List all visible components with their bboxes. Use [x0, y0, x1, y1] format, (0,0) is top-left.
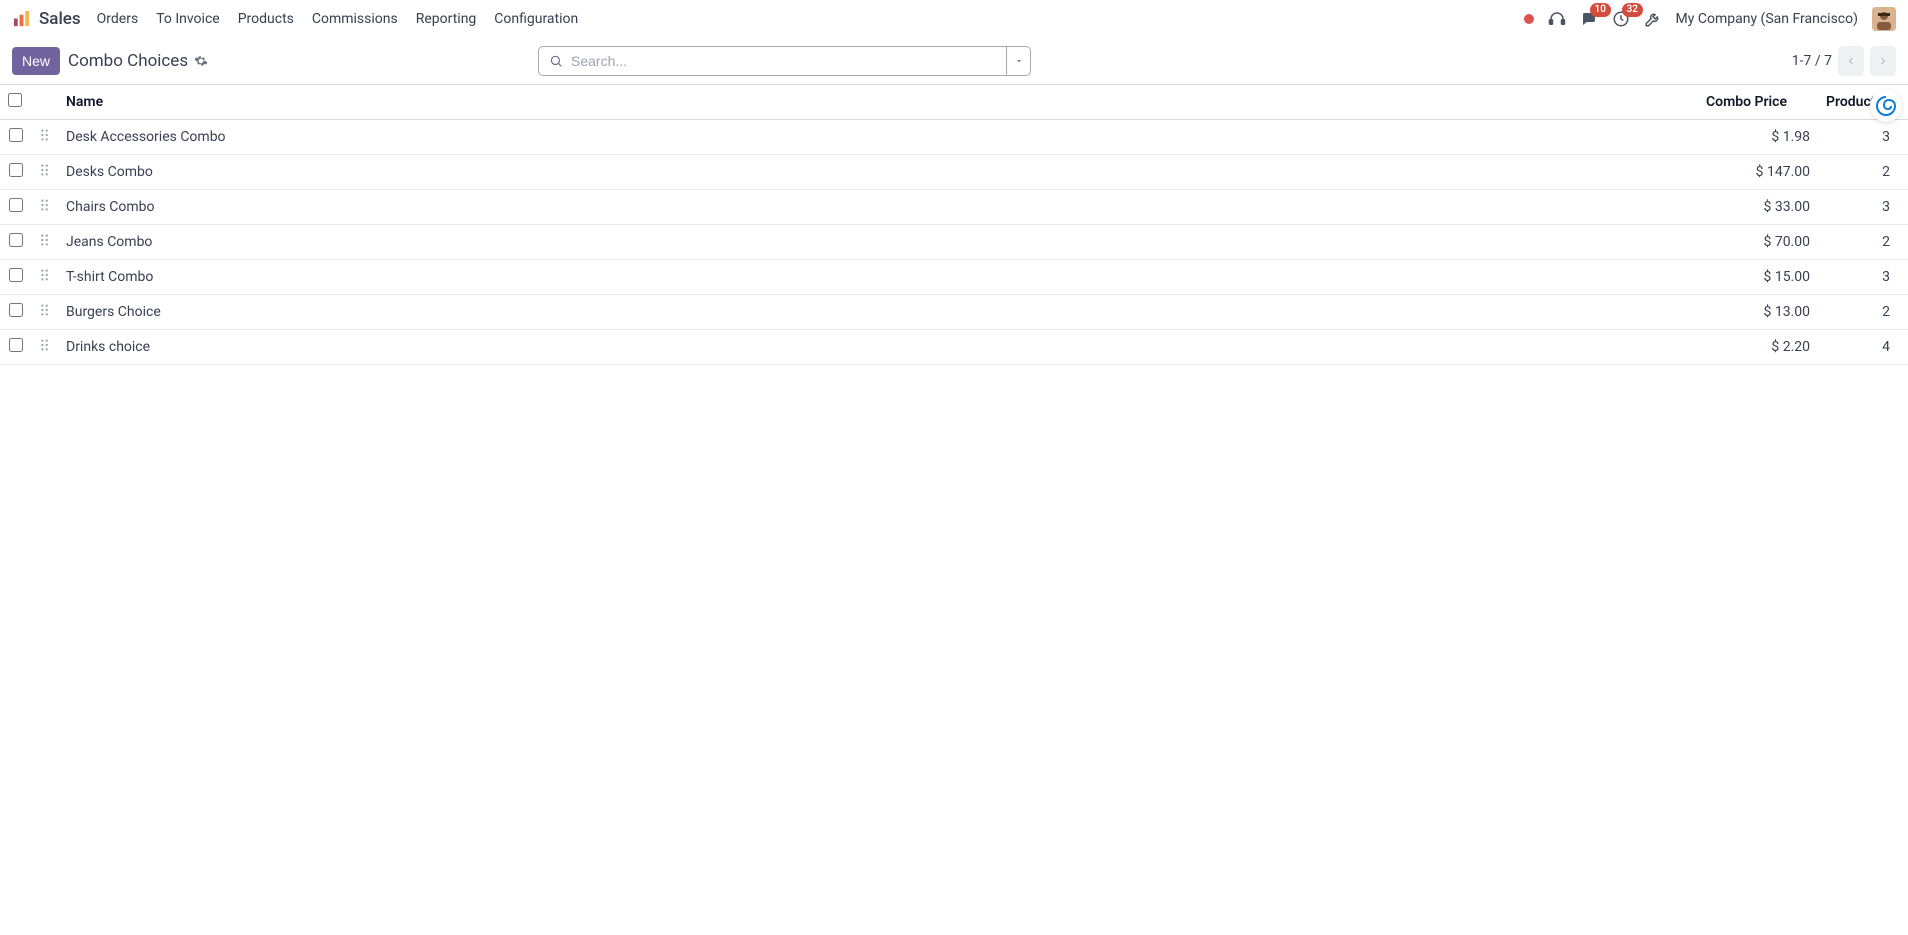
row-checkbox-cell	[0, 295, 32, 330]
cell-name[interactable]: Chairs Combo	[58, 190, 1698, 225]
cell-product-count[interactable]: 2	[1818, 155, 1908, 190]
search-icon	[549, 54, 563, 68]
ai-swirl-button[interactable]	[1870, 90, 1902, 122]
table-row[interactable]: Burgers Choice$ 13.002	[0, 295, 1908, 330]
cell-name[interactable]: Burgers Choice	[58, 295, 1698, 330]
cell-combo-price[interactable]: $ 13.00	[1698, 295, 1818, 330]
pager: 1-7 / 7	[1792, 46, 1896, 76]
status-dot-icon[interactable]	[1524, 14, 1534, 24]
table-row[interactable]: Chairs Combo$ 33.003	[0, 190, 1908, 225]
user-avatar[interactable]	[1872, 7, 1896, 31]
row-checkbox-cell	[0, 225, 32, 260]
cell-combo-price[interactable]: $ 15.00	[1698, 260, 1818, 295]
cell-name[interactable]: Desk Accessories Combo	[58, 120, 1698, 155]
row-checkbox[interactable]	[9, 303, 23, 317]
drag-handle-icon[interactable]	[32, 225, 58, 260]
cell-combo-price[interactable]: $ 2.20	[1698, 330, 1818, 365]
cell-product-count[interactable]: 3	[1818, 190, 1908, 225]
gear-icon[interactable]	[194, 54, 208, 68]
cell-name[interactable]: Jeans Combo	[58, 225, 1698, 260]
drag-handle-icon[interactable]	[32, 330, 58, 365]
header-handle	[32, 85, 58, 120]
nav-links: Orders To Invoice Products Commissions R…	[97, 11, 579, 27]
chat-button[interactable]: 10	[1580, 10, 1598, 28]
header-checkbox-cell	[0, 85, 32, 120]
cell-combo-price[interactable]: $ 147.00	[1698, 155, 1818, 190]
table-row[interactable]: Desk Accessories Combo$ 1.983	[0, 120, 1908, 155]
row-checkbox[interactable]	[9, 338, 23, 352]
table-row[interactable]: T-shirt Combo$ 15.003	[0, 260, 1908, 295]
pager-next-button[interactable]	[1870, 46, 1896, 76]
list-view: Name Combo Price Product ... Desk Access…	[0, 84, 1908, 935]
search-group	[538, 46, 1031, 76]
top-navbar: Sales Orders To Invoice Products Commiss…	[0, 0, 1908, 37]
search-options-toggle[interactable]	[1007, 46, 1031, 76]
debug-icon[interactable]	[1644, 10, 1662, 28]
navbar-right: 10 32 My Company (San Francisco)	[1524, 7, 1896, 31]
nav-link-configuration[interactable]: Configuration	[494, 11, 578, 27]
app-name[interactable]: Sales	[39, 9, 81, 29]
nav-link-commissions[interactable]: Commissions	[312, 11, 398, 27]
drag-handle-icon[interactable]	[32, 190, 58, 225]
cell-product-count[interactable]: 4	[1818, 330, 1908, 365]
table-row[interactable]: Jeans Combo$ 70.002	[0, 225, 1908, 260]
app-logo-icon[interactable]	[12, 9, 31, 28]
cell-combo-price[interactable]: $ 70.00	[1698, 225, 1818, 260]
new-button[interactable]: New	[12, 47, 60, 75]
cell-product-count[interactable]: 2	[1818, 225, 1908, 260]
cell-name[interactable]: Desks Combo	[58, 155, 1698, 190]
control-panel: New Combo Choices 1-7 / 7	[0, 37, 1908, 84]
cell-combo-price[interactable]: $ 33.00	[1698, 190, 1818, 225]
search-input[interactable]	[571, 53, 996, 69]
nav-link-reporting[interactable]: Reporting	[416, 11, 477, 27]
row-checkbox-cell	[0, 330, 32, 365]
cell-product-count[interactable]: 3	[1818, 260, 1908, 295]
cell-product-count[interactable]: 2	[1818, 295, 1908, 330]
nav-link-orders[interactable]: Orders	[97, 11, 139, 27]
page-title-text: Combo Choices	[68, 51, 188, 71]
table-row[interactable]: Drinks choice$ 2.204	[0, 330, 1908, 365]
cell-combo-price[interactable]: $ 1.98	[1698, 120, 1818, 155]
company-switcher[interactable]: My Company (San Francisco)	[1676, 11, 1858, 27]
row-checkbox-cell	[0, 260, 32, 295]
cell-name[interactable]: Drinks choice	[58, 330, 1698, 365]
drag-handle-icon[interactable]	[32, 120, 58, 155]
cell-name[interactable]: T-shirt Combo	[58, 260, 1698, 295]
chat-badge: 10	[1590, 3, 1611, 17]
row-checkbox[interactable]	[9, 163, 23, 177]
page-title: Combo Choices	[68, 51, 208, 71]
cell-product-count[interactable]: 3	[1818, 120, 1908, 155]
nav-link-to-invoice[interactable]: To Invoice	[156, 11, 220, 27]
header-name[interactable]: Name	[58, 85, 1698, 120]
activity-button[interactable]: 32	[1612, 10, 1630, 28]
search-box[interactable]	[538, 46, 1007, 76]
drag-handle-icon[interactable]	[32, 260, 58, 295]
activity-badge: 32	[1622, 3, 1643, 17]
row-checkbox[interactable]	[9, 128, 23, 142]
header-combo-price[interactable]: Combo Price	[1698, 85, 1818, 120]
row-checkbox-cell	[0, 190, 32, 225]
row-checkbox[interactable]	[9, 268, 23, 282]
row-checkbox[interactable]	[9, 233, 23, 247]
row-checkbox[interactable]	[9, 198, 23, 212]
headset-icon[interactable]	[1548, 10, 1566, 28]
select-all-checkbox[interactable]	[8, 93, 22, 107]
pager-text[interactable]: 1-7 / 7	[1792, 53, 1832, 69]
drag-handle-icon[interactable]	[32, 295, 58, 330]
row-checkbox-cell	[0, 155, 32, 190]
pager-prev-button[interactable]	[1838, 46, 1864, 76]
row-checkbox-cell	[0, 120, 32, 155]
combo-table: Name Combo Price Product ... Desk Access…	[0, 84, 1908, 365]
nav-link-products[interactable]: Products	[238, 11, 294, 27]
drag-handle-icon[interactable]	[32, 155, 58, 190]
table-row[interactable]: Desks Combo$ 147.002	[0, 155, 1908, 190]
